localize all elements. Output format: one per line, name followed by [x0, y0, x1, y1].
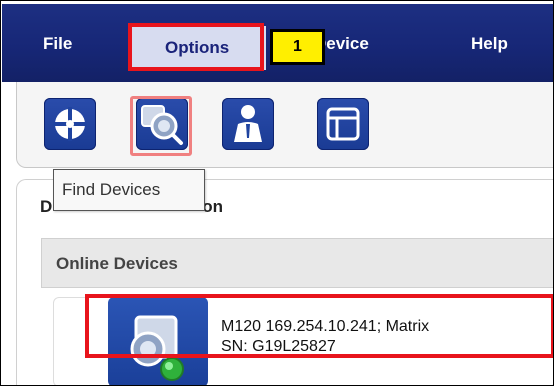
layout-button[interactable] [317, 98, 369, 150]
section-title-head: D [40, 197, 53, 216]
step-number-badge: 1 [270, 29, 325, 65]
app-window: File Options Device Help 1 D on Find Dev… [0, 0, 554, 386]
menu-file[interactable]: File [43, 34, 72, 54]
online-devices-label: Online Devices [56, 254, 178, 273]
user-button[interactable] [222, 98, 274, 150]
section-title-tail: on [202, 197, 224, 216]
compass-button[interactable] [44, 98, 96, 150]
device-callout-frame [85, 294, 553, 358]
options-callout-frame [128, 23, 264, 71]
menu-help[interactable]: Help [471, 34, 508, 54]
find-devices-tooltip: Find Devices [53, 169, 205, 211]
toolbar [16, 82, 553, 168]
window-icon [326, 107, 360, 141]
user-icon [234, 105, 262, 142]
find-devices-highlight [130, 96, 192, 156]
online-devices-header[interactable]: Online Devices [41, 238, 553, 288]
menu-bar: File Options Device Help 1 [2, 4, 553, 82]
compass-icon [53, 107, 87, 141]
